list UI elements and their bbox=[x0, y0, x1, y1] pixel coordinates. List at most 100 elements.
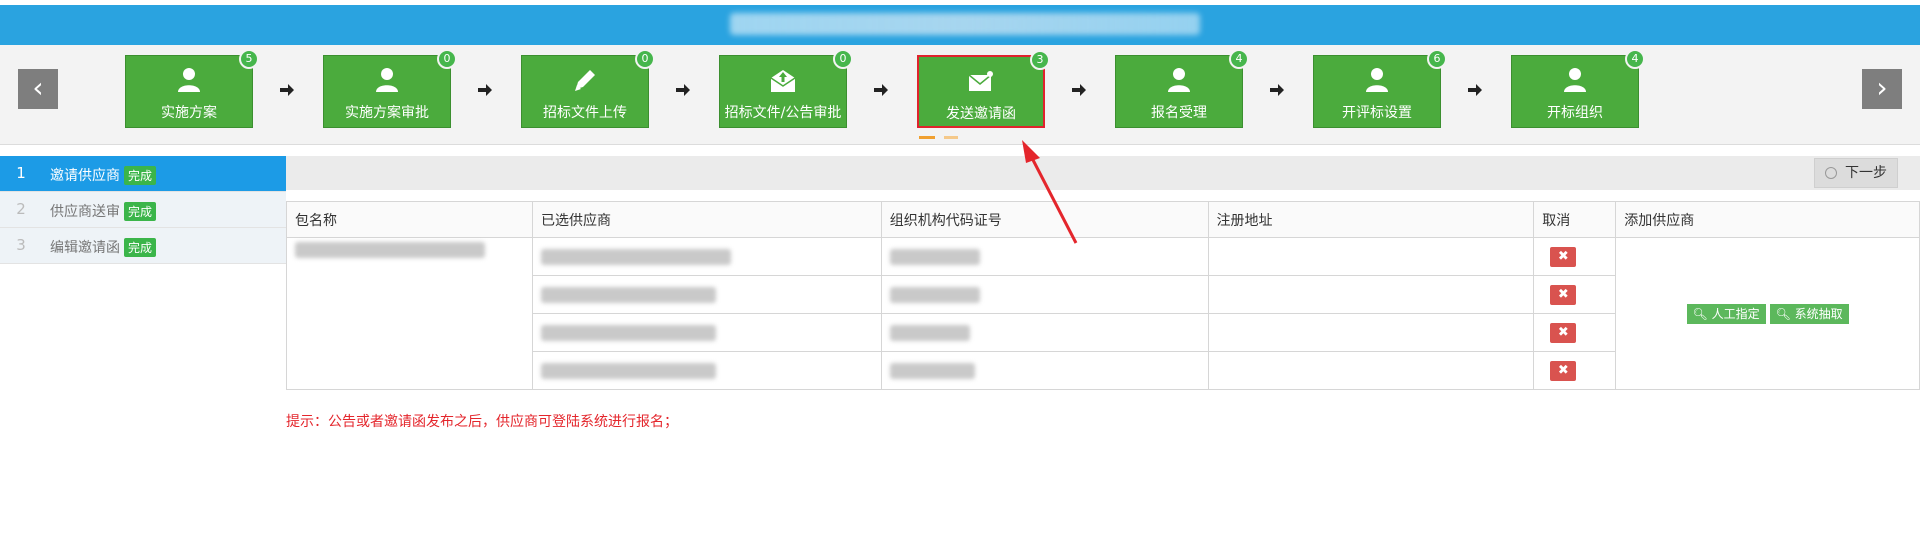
blurred-title bbox=[730, 13, 1200, 35]
sidebar-item-invite-suppliers[interactable]: 1 邀请供应商 完成 bbox=[0, 156, 286, 192]
cancel-cell: ✖ bbox=[1533, 313, 1617, 352]
envelope-upload-icon bbox=[770, 70, 796, 92]
cancel-cell: ✖ bbox=[1533, 275, 1617, 314]
manual-assign-label: 人工指定 bbox=[1711, 306, 1760, 321]
address-cell bbox=[1207, 313, 1535, 352]
step-label: 发送邀请函 bbox=[946, 106, 1016, 122]
arrow-right-icon bbox=[874, 84, 888, 96]
step-label: 招标文件上传 bbox=[543, 105, 627, 121]
cancel-cell: ✖ bbox=[1533, 237, 1617, 276]
org-code-cell bbox=[880, 313, 1209, 352]
sidebar-item-number: 3 bbox=[16, 236, 26, 254]
step-bid-opening[interactable]: 开标组织 4 bbox=[1511, 49, 1645, 128]
remove-supplier-button[interactable]: ✖ bbox=[1550, 360, 1577, 381]
step-label: 报名受理 bbox=[1151, 105, 1207, 121]
arrow-right-icon bbox=[676, 84, 690, 96]
sidebar-item-label: 编辑邀请函 bbox=[50, 240, 120, 256]
redacted-text bbox=[889, 286, 980, 303]
package-name-cell bbox=[286, 237, 533, 390]
step-label: 实施方案审批 bbox=[345, 105, 429, 121]
table-header-row: 包名称 已选供应商 组织机构代码证号 注册地址 取消 添加供应商 bbox=[286, 201, 1920, 238]
next-steps-button[interactable]: › bbox=[1862, 69, 1902, 109]
cancel-cell: ✖ bbox=[1533, 351, 1617, 390]
supplier-cell bbox=[531, 351, 882, 390]
remove-supplier-button[interactable]: ✖ bbox=[1550, 246, 1577, 267]
pencil-icon bbox=[575, 70, 595, 91]
step-plan-approval[interactable]: 实施方案审批 0 bbox=[323, 49, 457, 128]
manual-assign-button[interactable]: 🔍︎ 人工指定 bbox=[1686, 303, 1766, 324]
sidebar-item-number: 2 bbox=[16, 200, 26, 218]
col-package-name: 包名称 bbox=[286, 201, 533, 238]
supplier-cell bbox=[531, 313, 882, 352]
table-row: ✖ 🔍︎ 人工指定 🔍︎ 系统抽取 bbox=[286, 237, 1920, 390]
arrow-right-icon bbox=[478, 84, 492, 96]
user-icon bbox=[1564, 68, 1586, 92]
publish-tip: 提示：公告或者邀请函发布之后，供应商可登陆系统进行报名； bbox=[286, 414, 678, 430]
redacted-text bbox=[540, 248, 731, 265]
redacted-text bbox=[540, 324, 716, 341]
org-code-cell bbox=[880, 275, 1209, 314]
step-registration[interactable]: 报名受理 4 bbox=[1115, 49, 1249, 128]
supplier-cell bbox=[531, 237, 882, 276]
redacted-text bbox=[540, 362, 716, 379]
supplier-table: 包名称 已选供应商 组织机构代码证号 注册地址 取消 添加供应商 ✖ 🔍︎ 人工… bbox=[286, 201, 1920, 390]
address-cell bbox=[1207, 237, 1535, 276]
step-tender-notice-approval[interactable]: 招标文件/公告审批 0 bbox=[719, 49, 853, 128]
envelope-icon bbox=[968, 71, 993, 91]
step-count-badge: 4 bbox=[1229, 49, 1249, 69]
step-label: 招标文件/公告审批 bbox=[724, 105, 842, 121]
remove-supplier-button[interactable]: ✖ bbox=[1550, 284, 1577, 305]
sidebar-item-supplier-review[interactable]: 2 供应商送审 完成 bbox=[0, 192, 286, 228]
remove-supplier-button[interactable]: ✖ bbox=[1550, 322, 1577, 343]
pager-dot[interactable] bbox=[944, 136, 958, 139]
arrow-right-icon bbox=[1270, 84, 1284, 96]
step-count-badge: 4 bbox=[1625, 49, 1645, 69]
next-step-button[interactable]: 下一步 bbox=[1814, 158, 1898, 188]
col-registered-address: 注册地址 bbox=[1207, 201, 1535, 238]
step-send-invitation[interactable]: 发送邀请函 3 bbox=[917, 50, 1050, 128]
sidebar-item-label: 邀请供应商 bbox=[50, 168, 120, 184]
sidebar-item-number: 1 bbox=[16, 164, 26, 182]
user-icon bbox=[1168, 68, 1190, 92]
col-add-supplier: 添加供应商 bbox=[1615, 201, 1920, 238]
arrow-right-icon bbox=[1072, 84, 1086, 96]
redacted-text bbox=[889, 324, 970, 341]
add-supplier-cell: 🔍︎ 人工指定 🔍︎ 系统抽取 bbox=[1615, 237, 1920, 390]
org-code-cell bbox=[880, 351, 1209, 390]
status-badge: 完成 bbox=[124, 202, 157, 221]
status-badge: 完成 bbox=[124, 166, 157, 185]
address-cell bbox=[1207, 351, 1535, 390]
address-cell bbox=[1207, 275, 1535, 314]
system-draw-button[interactable]: 🔍︎ 系统抽取 bbox=[1769, 303, 1849, 324]
user-icon bbox=[178, 68, 200, 92]
sub-step-sidebar: 1 邀请供应商 完成 2 供应商送审 完成 3 编辑邀请函 完成 bbox=[0, 156, 286, 264]
org-code-cell bbox=[880, 237, 1209, 276]
step-count-badge: 0 bbox=[635, 49, 655, 69]
user-icon bbox=[376, 68, 398, 92]
redacted-text bbox=[295, 242, 485, 258]
step-count-badge: 0 bbox=[833, 49, 853, 69]
step-count-badge: 6 bbox=[1427, 49, 1447, 69]
col-org-code: 组织机构代码证号 bbox=[880, 201, 1209, 238]
col-cancel: 取消 bbox=[1533, 201, 1617, 238]
col-selected-supplier: 已选供应商 bbox=[531, 201, 882, 238]
sidebar-item-edit-invitation[interactable]: 3 编辑邀请函 完成 bbox=[0, 228, 286, 264]
redacted-text bbox=[540, 286, 716, 303]
system-draw-label: 系统抽取 bbox=[1794, 306, 1843, 321]
arrow-right-icon bbox=[280, 84, 294, 96]
step-strip: ‹ 实施方案 5 实施方案审批 0 招标文件上传 0 招标文件/公告审批 0 发… bbox=[0, 45, 1920, 145]
redacted-text bbox=[889, 248, 980, 265]
redacted-text bbox=[889, 362, 975, 379]
step-label: 开评标设置 bbox=[1342, 105, 1412, 121]
next-step-label: 下一步 bbox=[1845, 165, 1887, 181]
top-banner bbox=[0, 5, 1920, 45]
step-tender-upload[interactable]: 招标文件上传 0 bbox=[521, 49, 655, 128]
user-icon bbox=[1366, 68, 1388, 92]
pager-dot-active[interactable] bbox=[919, 136, 935, 139]
step-label: 开标组织 bbox=[1547, 105, 1603, 121]
step-bid-opening-setup[interactable]: 开评标设置 6 bbox=[1313, 49, 1447, 128]
status-badge: 完成 bbox=[124, 238, 157, 257]
step-count-badge: 5 bbox=[239, 49, 259, 69]
step-implementation-plan[interactable]: 实施方案 5 bbox=[125, 49, 259, 128]
prev-steps-button[interactable]: ‹ bbox=[18, 69, 58, 109]
